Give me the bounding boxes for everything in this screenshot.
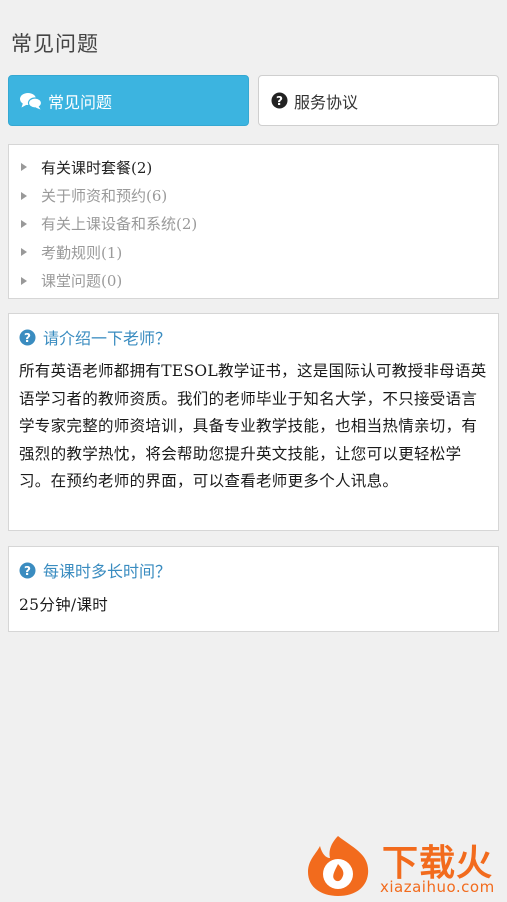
- svg-text:?: ?: [24, 331, 31, 345]
- faq-card: ? 每课时多长时间？ 25分钟/课时: [8, 546, 499, 632]
- flame-logo-icon: [308, 836, 369, 896]
- category-item[interactable]: 有关上课设备和系统(2): [9, 210, 498, 238]
- question-circle-icon: ?: [19, 329, 36, 346]
- faq-question[interactable]: ? 请介绍一下老师？: [9, 314, 498, 350]
- caret-right-icon: [21, 191, 27, 200]
- caret-right-icon: [21, 248, 27, 257]
- watermark-logo: 下载火 xiazaihuo.com: [298, 832, 504, 898]
- category-item[interactable]: 考勤规则(1): [9, 238, 498, 266]
- faq-question[interactable]: ? 每课时多长时间？: [9, 547, 498, 583]
- svg-text:?: ?: [276, 94, 283, 108]
- question-circle-icon: ?: [19, 562, 36, 579]
- caret-right-icon: [21, 276, 27, 285]
- tab-faq-label: 常见问题: [48, 92, 113, 112]
- tab-service-agreement-label: 服务协议: [294, 92, 359, 112]
- faq-question-text: 每课时多长时间？: [43, 562, 172, 581]
- category-item[interactable]: 有关课时套餐(2): [9, 153, 498, 181]
- tab-faq[interactable]: 常见问题: [8, 75, 249, 126]
- watermark-domain: xiazaihuo.com: [380, 878, 495, 896]
- svg-text:?: ?: [24, 564, 31, 578]
- faq-question-text: 请介绍一下老师？: [43, 329, 172, 348]
- faq-answer: 所有英语老师都拥有TESOL教学证书，这是国际认可教授非母语英语学习者的教师资质…: [19, 362, 487, 490]
- faq-card: ? 请介绍一下老师？ 所有英语老师都拥有TESOL教学证书，这是国际认可教授非母…: [8, 313, 499, 531]
- caret-right-icon: [21, 219, 27, 228]
- caret-right-icon: [21, 163, 27, 172]
- faq-answer: 25分钟/课时: [19, 596, 109, 614]
- category-list: 有关课时套餐(2) 关于师资和预约(6) 有关上课设备和系统(2) 考勤规则(1…: [8, 144, 499, 299]
- tab-service-agreement[interactable]: ? 服务协议: [258, 75, 499, 126]
- category-item[interactable]: 关于师资和预约(6): [9, 181, 498, 209]
- category-item[interactable]: 课堂问题(0): [9, 267, 498, 295]
- page-title: 常见问题: [11, 32, 99, 56]
- chat-bubbles-icon: [20, 92, 42, 110]
- question-circle-icon: ?: [271, 92, 288, 109]
